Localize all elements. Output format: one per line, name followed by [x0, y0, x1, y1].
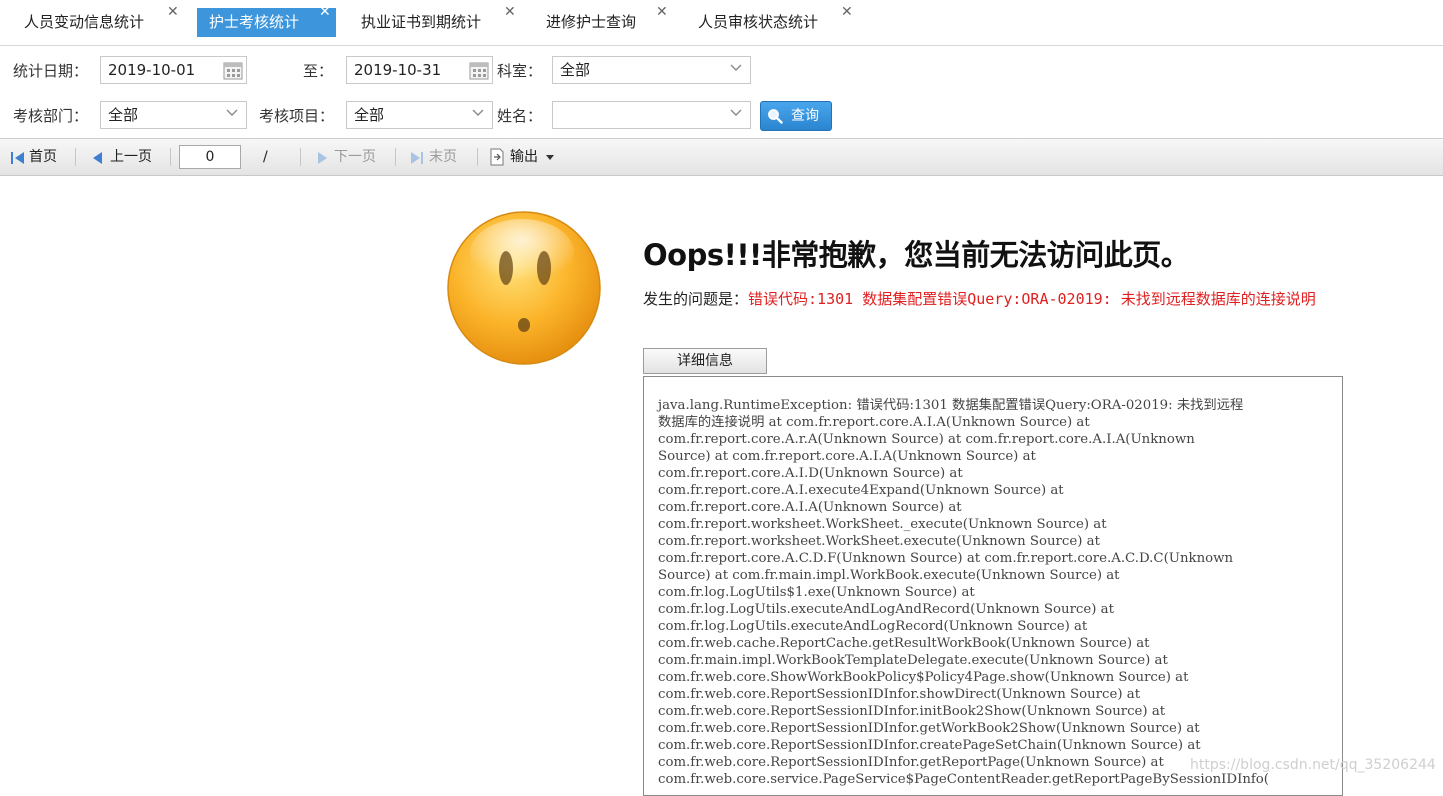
review-item-label: 考核项目： [259, 107, 335, 125]
review-dept-value: 全部 [108, 106, 139, 124]
first-page-label: 首页 [29, 149, 57, 165]
dept-select[interactable]: 全部 [552, 56, 751, 84]
end-date-value: 2019-10-31 [354, 61, 442, 79]
query-button[interactable]: 查询 [760, 101, 832, 131]
stacktrace-line: com.fr.web.core.ReportSessionIDInfor.ini… [658, 704, 1166, 719]
chevron-down-icon [730, 109, 742, 116]
close-icon[interactable]: ✕ [167, 2, 179, 22]
last-page-icon [411, 152, 423, 164]
date-label: 统计日期： [13, 62, 89, 80]
stacktrace-line: Source) at com.fr.report.core.A.I.A(Unkn… [658, 449, 1036, 464]
problem-message: 错误代码:1301 数据集配置错误Query:ORA-02019: 未找到远程数… [748, 290, 1316, 308]
review-item-select[interactable]: 全部 [346, 101, 493, 129]
chevron-down-icon [226, 109, 238, 116]
details-button[interactable]: 详细信息 [643, 348, 767, 374]
close-icon[interactable]: ✕ [319, 2, 331, 22]
page-slash: / [263, 149, 268, 165]
export-menu-button[interactable]: 输出 [488, 148, 554, 166]
caret-down-icon [546, 155, 554, 160]
separator [477, 148, 478, 166]
tab-nurse-review[interactable]: 护士考核统计 ✕ [197, 4, 336, 37]
start-date-value: 2019-10-01 [108, 61, 196, 79]
tab-label: 护士考核统计 [209, 13, 300, 31]
calendar-icon[interactable] [468, 59, 490, 81]
review-dept-label: 考核部门： [13, 107, 89, 125]
stacktrace-line: com.fr.report.core.A.I.A(Unknown Source)… [658, 500, 962, 515]
search-icon [768, 109, 783, 124]
export-icon [490, 148, 504, 166]
separator [395, 148, 396, 166]
stacktrace-line: com.fr.web.core.ReportSessionIDInfor.sho… [658, 687, 1141, 702]
tab-license-expiry[interactable]: 执业证书到期统计 ✕ [349, 4, 516, 37]
close-icon[interactable]: ✕ [841, 2, 853, 22]
separator [170, 148, 171, 166]
query-button-label: 查询 [791, 108, 819, 124]
stacktrace-box[interactable]: java.lang.RuntimeException: 错误代码:1301 数据… [643, 376, 1343, 796]
end-date-field[interactable]: 2019-10-31 [346, 56, 493, 84]
stacktrace-line: com.fr.web.core.ShowWorkBookPolicy$Polic… [658, 670, 1189, 685]
stacktrace-line: com.fr.report.core.A.I.D(Unknown Source)… [658, 466, 963, 481]
surprised-face-icon [447, 211, 601, 365]
watermark: https://blog.csdn.net/qq_35206244 [1190, 757, 1436, 773]
stacktrace-line: com.fr.report.core.A.r.A(Unknown Source)… [658, 432, 1195, 447]
stacktrace-line: com.fr.log.LogUtils$1.exe(Unknown Source… [658, 585, 975, 600]
stacktrace-line: com.fr.report.worksheet.WorkSheet.execut… [658, 534, 1100, 549]
close-icon[interactable]: ✕ [504, 2, 516, 22]
start-date-field[interactable]: 2019-10-01 [100, 56, 247, 84]
stacktrace-line: com.fr.log.LogUtils.executeAndLogRecord(… [658, 619, 1088, 634]
to-label: 至： [303, 62, 334, 80]
calendar-icon[interactable] [222, 59, 244, 81]
tab-label: 人员变动信息统计 [24, 13, 145, 31]
stacktrace-line: com.fr.web.core.ReportSessionIDInfor.cre… [658, 738, 1201, 753]
separator [300, 148, 301, 166]
prev-page-icon [93, 152, 102, 164]
tab-label: 人员审核状态统计 [698, 13, 819, 31]
stacktrace-line: com.fr.web.core.ReportSessionIDInfor.get… [658, 755, 1164, 770]
stacktrace-line: com.fr.report.core.A.C.D.F(Unknown Sourc… [658, 551, 1234, 566]
separator [75, 148, 76, 166]
stacktrace-line: Source) at com.fr.main.impl.WorkBook.exe… [658, 568, 1120, 583]
dept-label: 科室： [497, 62, 543, 80]
stacktrace-line: 数据库的连接说明 at com.fr.report.core.A.I.A(Unk… [658, 415, 1090, 430]
chevron-down-icon [472, 109, 484, 116]
stacktrace-text: java.lang.RuntimeException: 错误代码:1301 数据… [644, 377, 1342, 788]
pager-toolbar: 首页 上一页 0 / 下一页 末页 输出 [0, 139, 1443, 176]
tab-label: 执业证书到期统计 [361, 13, 482, 31]
first-page-icon [11, 152, 24, 164]
stacktrace-line: com.fr.web.core.ReportSessionIDInfor.get… [658, 721, 1200, 736]
tab-bar: 人员变动信息统计 ✕ 护士考核统计 ✕ 执业证书到期统计 ✕ 进修护士查询 ✕ … [0, 0, 1443, 46]
stacktrace-line: com.fr.report.worksheet.WorkSheet._execu… [658, 517, 1107, 532]
prev-page-button[interactable]: 上一页 [90, 148, 152, 166]
next-page-button[interactable]: 下一页 [314, 148, 376, 166]
name-select[interactable] [552, 101, 751, 129]
stacktrace-line: com.fr.web.cache.ReportCache.getResultWo… [658, 636, 1150, 651]
review-item-value: 全部 [354, 106, 385, 124]
error-title: Oops!!!非常抱歉，您当前无法访问此页。 [643, 238, 1190, 272]
close-icon[interactable]: ✕ [656, 2, 668, 22]
review-dept-select[interactable]: 全部 [100, 101, 247, 129]
tab-audit-status[interactable]: 人员审核状态统计 ✕ [686, 4, 853, 37]
page-number-input[interactable]: 0 [179, 145, 241, 169]
last-page-label: 末页 [429, 149, 457, 165]
stacktrace-line: com.fr.log.LogUtils.executeAndLogAndReco… [658, 602, 1114, 617]
stacktrace-line: com.fr.main.impl.WorkBookTemplateDelegat… [658, 653, 1168, 668]
stacktrace-line: java.lang.RuntimeException: 错误代码:1301 数据… [658, 398, 1244, 413]
tab-label: 进修护士查询 [546, 13, 637, 31]
tab-personnel-change[interactable]: 人员变动信息统计 ✕ [12, 4, 179, 37]
problem-lead: 发生的问题是： [643, 290, 749, 308]
last-page-button[interactable]: 末页 [409, 148, 457, 166]
name-label: 姓名： [497, 107, 543, 125]
stacktrace-line: com.fr.report.core.A.I.execute4Expand(Un… [658, 483, 1064, 498]
tab-trainee-nurse[interactable]: 进修护士查询 ✕ [534, 4, 668, 37]
stacktrace-line: com.fr.web.core.service.PageService$Page… [658, 772, 1269, 787]
next-page-icon [318, 152, 327, 164]
prev-page-label: 上一页 [110, 149, 152, 165]
dept-value: 全部 [560, 61, 591, 79]
error-problem: 发生的问题是：错误代码:1301 数据集配置错误Query:ORA-02019:… [643, 290, 1343, 309]
next-page-label: 下一页 [334, 149, 376, 165]
export-label: 输出 [510, 149, 538, 165]
chevron-down-icon [730, 64, 742, 71]
first-page-button[interactable]: 首页 [10, 148, 57, 166]
filter-panel: 统计日期： 2019-10-01 至： 2019-10-31 科室： 全部 考核… [0, 46, 1443, 139]
